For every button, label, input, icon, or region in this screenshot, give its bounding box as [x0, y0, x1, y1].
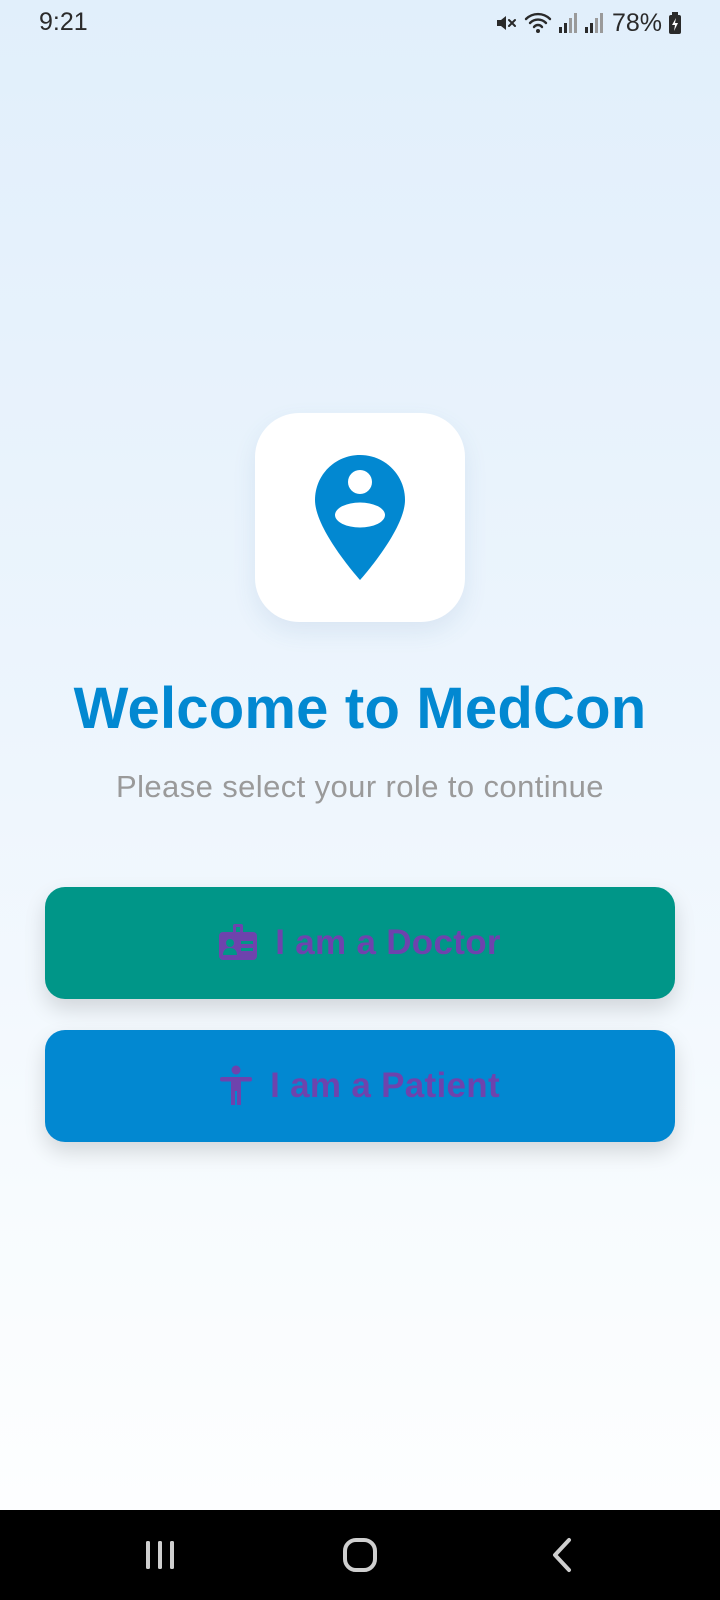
- home-icon: [343, 1538, 377, 1572]
- status-icons: 78%: [494, 8, 682, 38]
- welcome-subtitle: Please select your role to continue: [116, 769, 604, 804]
- status-bar: 9:21 78%: [0, 0, 720, 46]
- back-icon: [553, 1538, 571, 1572]
- recent-apps-button[interactable]: [100, 1510, 220, 1600]
- signal-icon: [584, 11, 604, 35]
- patient-role-label: I am a Patient: [270, 1066, 500, 1105]
- recent-apps-icon: [146, 1541, 174, 1569]
- battery-percent: 78%: [611, 8, 662, 37]
- doctor-role-button[interactable]: I am a Doctor: [45, 887, 675, 999]
- status-time: 9:21: [39, 8, 88, 36]
- mute-icon: [494, 11, 518, 35]
- app-logo: [255, 413, 465, 622]
- doctor-role-label: I am a Doctor: [275, 923, 501, 962]
- back-button[interactable]: [502, 1510, 622, 1600]
- battery-charging-icon: [668, 11, 682, 35]
- badge-icon: [219, 923, 258, 963]
- wifi-icon: [524, 11, 552, 35]
- location-person-pin-icon: [315, 455, 405, 580]
- signal-icon: [558, 11, 578, 35]
- accessibility-icon: [220, 1065, 253, 1108]
- patient-role-button[interactable]: I am a Patient: [45, 1030, 675, 1142]
- welcome-title: Welcome to MedCon: [73, 676, 647, 741]
- home-button[interactable]: [300, 1510, 420, 1600]
- system-nav-bar: [0, 1510, 720, 1600]
